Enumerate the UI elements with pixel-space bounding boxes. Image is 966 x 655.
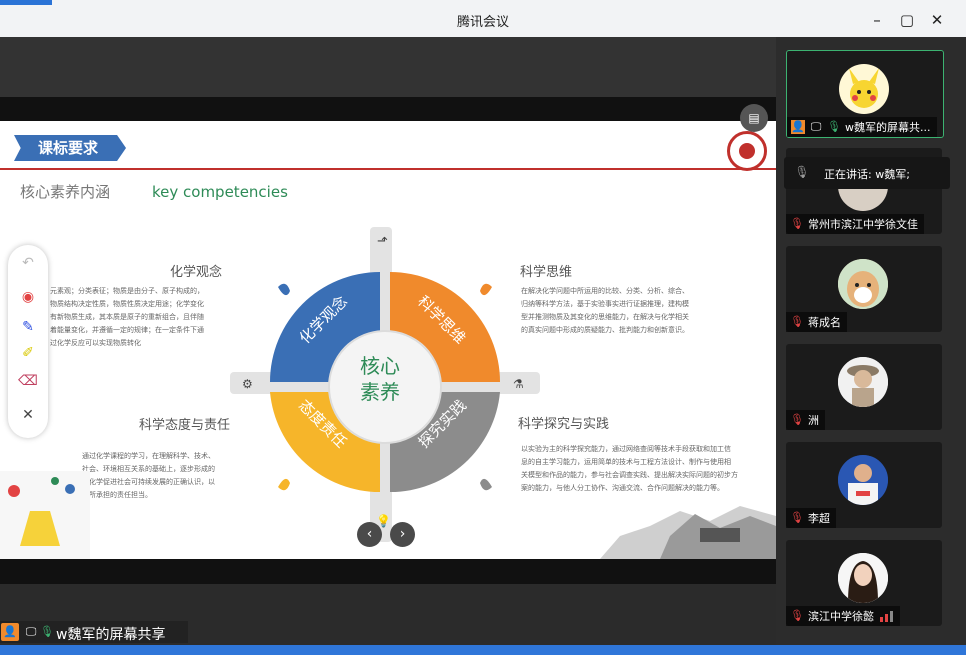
taskbar-strip: [0, 645, 966, 655]
section-text-attitude: 通过化学课程的学习，在理解科学、技术、 社会、环境相互关系的基础上，逐步形成的 对化…: [82, 452, 215, 499]
mic-on-icon: 🎙: [827, 120, 841, 133]
layout-toggle-icon[interactable]: ▤: [740, 104, 768, 132]
signal-strength-icon: [880, 610, 894, 622]
avatar: [838, 553, 888, 603]
participant-label: 🎙 滨江中学徐懿: [786, 606, 900, 626]
avatar: [838, 259, 888, 309]
annotation-toolbar: ↶ ◉ ✎ ✐ ⌫ ✕: [8, 245, 48, 438]
participant-label: 🎙 常州市滨江中学徐文佳: [786, 214, 924, 234]
speaking-indicator: 🎙 正在讲话: w魏军;: [784, 157, 950, 189]
participant-label: 🎙 李超: [786, 508, 836, 528]
section-text-chem-concept: 元素观；分类表征；物质是由分子、原子构成的， 物质结构决定性质，物质性质决定用途；…: [50, 287, 204, 347]
title-divider: [0, 168, 776, 170]
laser-pointer-icon[interactable]: ◉: [18, 287, 38, 307]
participant-name: 滨江中学徐懿: [808, 610, 874, 623]
participant-label: 🎙 洲: [786, 410, 825, 430]
participant-label: 🎙 蒋成名: [786, 312, 847, 332]
participant-tile[interactable]: 🎙 李超: [786, 442, 942, 528]
prev-slide-button[interactable]: ‹: [357, 522, 382, 547]
participant-name: w魏军的屏幕共...: [845, 121, 931, 134]
title-bar: 腾讯会议 – ▢ ✕: [0, 0, 966, 37]
slide-ribbon-title: 课标要求: [14, 135, 127, 161]
mic-muted-icon: 🎙: [790, 413, 804, 426]
minimize-button[interactable]: –: [866, 9, 888, 31]
avatar: [838, 357, 888, 407]
mic-muted-icon: 🎙: [790, 315, 804, 328]
mic-muted-icon: 🎙: [790, 217, 804, 230]
mic-muted-icon: 🎙: [790, 609, 804, 622]
participant-tile[interactable]: 👤 🖵 🎙 w魏军的屏幕共...: [786, 50, 944, 138]
ink-landscape-image: [600, 506, 776, 559]
next-slide-button[interactable]: ›: [390, 522, 415, 547]
participant-tile[interactable]: 🎙 蒋成名: [786, 246, 942, 332]
slide-subtitle-cn: 核心素养内涵: [20, 183, 111, 201]
presenter-icon: 👤: [1, 623, 19, 641]
screen-share-icon: 🖵: [810, 120, 822, 133]
participant-tile[interactable]: 🎙 滨江中学徐懿: [786, 540, 942, 626]
presentation-slide: 课标要求 核心素养内涵 key competencies 化学观念 元素观；分类…: [0, 121, 776, 559]
section-text-sci-thinking: 在解决化学问题中所运用的比较、分类、分析、综合、 归纳等科学方法，基于实验事实进行…: [521, 287, 689, 334]
undo-icon[interactable]: ↶: [18, 253, 38, 273]
screen-top-band: [0, 37, 776, 97]
svg-text:⚙: ⚙: [242, 377, 253, 391]
highlighter-icon[interactable]: ✐: [18, 343, 38, 363]
mic-muted-icon: 🎙: [790, 511, 804, 524]
close-button[interactable]: ✕: [926, 9, 948, 31]
mic-muted-icon: 🎙: [794, 165, 810, 179]
chemistry-illustration: [0, 471, 90, 559]
participant-name: 蒋成名: [808, 316, 841, 329]
school-logo: [727, 131, 767, 171]
mic-on-icon: 🎙: [40, 625, 54, 638]
avatar: [838, 455, 888, 505]
maximize-button[interactable]: ▢: [896, 9, 918, 31]
letterbox-bottom: [0, 559, 776, 584]
section-title-attitude: 科学态度与责任: [139, 418, 231, 433]
app-accent: [0, 0, 52, 5]
close-toolbar-icon[interactable]: ✕: [18, 405, 38, 425]
participant-name: 洲: [808, 414, 819, 427]
participant-tile[interactable]: 🎙 洲: [786, 344, 942, 430]
wheel-center-label: 核心 素养: [360, 354, 400, 404]
letterbox-top: [0, 97, 776, 121]
speaking-text: 正在讲话: w魏军;: [824, 168, 910, 181]
participant-name: 常州市滨江中学徐文佳: [808, 218, 918, 231]
section-title-chem-concept: 化学观念: [170, 265, 223, 280]
window-title: 腾讯会议: [456, 15, 509, 30]
pen-icon[interactable]: ✎: [18, 317, 38, 337]
participant-name: 李超: [808, 512, 830, 525]
share-label: w魏军的屏幕共享: [56, 627, 166, 643]
avatar: [839, 64, 889, 114]
svg-text:⚗: ⚗: [513, 377, 524, 391]
svg-text:⬏: ⬏: [377, 234, 388, 249]
share-indicator: 👤 🖵 🎙 w魏军的屏幕共享: [0, 621, 188, 643]
eraser-icon[interactable]: ⌫: [18, 371, 38, 391]
presenter-icon: 👤: [791, 120, 805, 134]
slide-subtitle-en: key competencies: [152, 183, 288, 201]
participant-label: 👤 🖵 🎙 w魏军的屏幕共...: [787, 117, 937, 137]
